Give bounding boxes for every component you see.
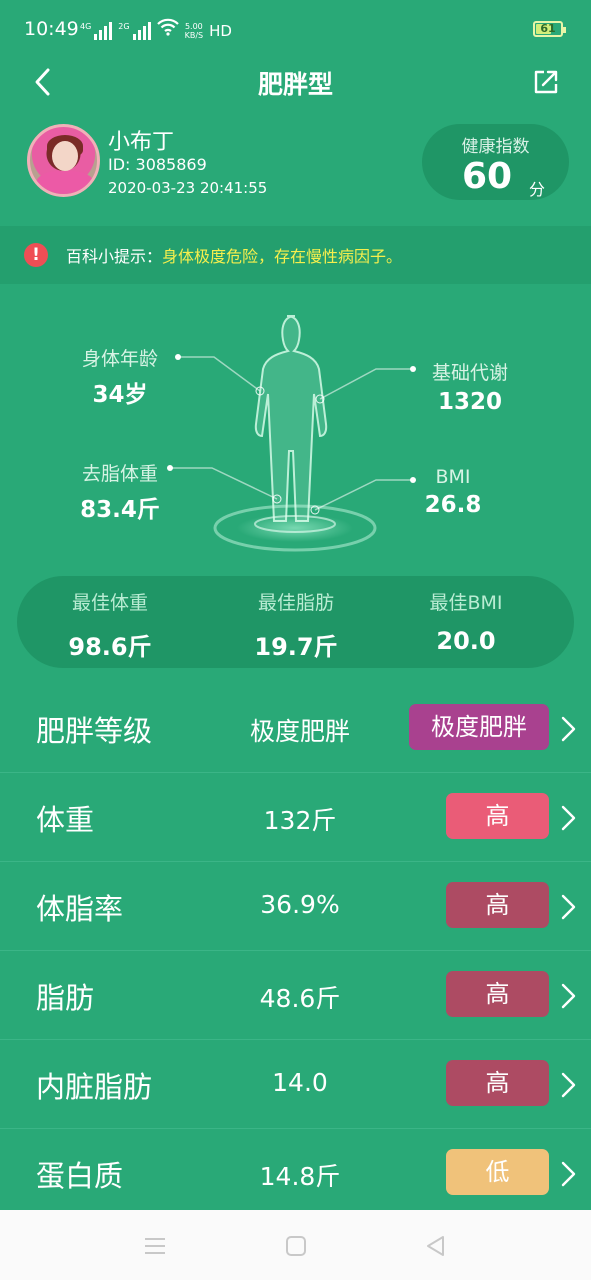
best-weight-label: 最佳体重 — [71, 592, 148, 614]
list-item-obesity-level[interactable]: 肥胖等级 极度肥胖 极度肥胖 — [0, 684, 591, 773]
lean-mass-value: 83.4斤 — [80, 497, 160, 523]
row-value: 36.9% — [260, 890, 340, 919]
best-weight: 最佳体重 98.6斤 — [17, 588, 203, 662]
best-weight-value: 98.6斤 — [68, 633, 152, 661]
user-id: ID: 3085869 — [108, 155, 207, 174]
body-age-metric[interactable]: 身体年龄 34岁 — [72, 344, 168, 409]
system-back-button[interactable] — [422, 1232, 450, 1260]
system-nav-bar — [0, 1210, 591, 1280]
battery-icon: 61 — [533, 21, 566, 37]
row-name: 蛋白质 — [36, 1159, 124, 1193]
list-item-visceral-fat[interactable]: 内脏脂肪 14.0 高 — [0, 1040, 591, 1129]
health-score-card: 健康指数 60 分 — [422, 124, 569, 200]
cell-signal-icon: 4G — [80, 22, 113, 40]
tip-prefix: 百科小提示： — [66, 247, 163, 266]
health-score-unit: 分 — [529, 180, 546, 199]
row-value: 132斤 — [263, 806, 337, 835]
wifi-icon — [156, 18, 179, 40]
battery-level: 61 — [540, 22, 556, 35]
top-nav: 肥胖型 — [0, 58, 591, 108]
status-badge: 极度肥胖 — [409, 704, 549, 750]
page-title: 肥胖型 — [257, 70, 333, 99]
best-fat: 最佳脂肪 19.7斤 — [203, 588, 389, 662]
triangle-back-icon — [427, 1236, 444, 1256]
measure-datetime: 2020-03-23 20:41:55 — [108, 179, 268, 197]
row-name: 体脂率 — [36, 892, 124, 926]
menu-icon — [145, 1238, 165, 1254]
chevron-right-icon — [561, 1161, 576, 1187]
status-badge: 高 — [446, 971, 549, 1017]
bmi-label: BMI — [435, 466, 471, 488]
alert-icon: ! — [24, 243, 48, 267]
row-name: 体重 — [36, 803, 95, 837]
bmi-value: 26.8 — [424, 492, 482, 518]
battery-tip — [563, 27, 566, 33]
menu-button[interactable] — [141, 1232, 169, 1260]
status-bar: 10:49 4G 2G 5.00 KB/S HD 61 — [0, 0, 591, 60]
status-badge: 高 — [446, 1060, 549, 1106]
chevron-right-icon — [561, 983, 576, 1009]
list-item-protein[interactable]: 蛋白质 14.8斤 低 — [0, 1129, 591, 1210]
health-score-value: 60 — [462, 156, 513, 197]
cell-signal-2-icon: 2G — [118, 22, 151, 40]
row-value: 48.6斤 — [259, 984, 341, 1013]
bmi-metric[interactable]: BMI 26.8 — [418, 466, 488, 518]
tip-bar: ! 百科小提示：身体极度危险，存在慢性病因子。 — [0, 226, 591, 284]
health-score-label: 健康指数 — [461, 137, 530, 157]
status-time: 10:49 — [24, 18, 79, 40]
hd-indicator: HD — [209, 22, 232, 40]
list-item-body-fat-rate[interactable]: 体脂率 36.9% 高 — [0, 862, 591, 951]
row-value: 极度肥胖 — [249, 717, 350, 746]
row-name: 脂肪 — [36, 981, 95, 1015]
best-bmi-label: 最佳BMI — [429, 592, 503, 614]
status-badge: 高 — [446, 882, 549, 928]
signal-2-label: 2G — [118, 22, 130, 31]
row-value: 14.8斤 — [259, 1162, 341, 1191]
lean-mass-metric[interactable]: 去脂体重 83.4斤 — [72, 459, 168, 524]
share-button[interactable] — [530, 66, 562, 98]
body-age-value: 34岁 — [92, 382, 148, 408]
home-button[interactable] — [282, 1232, 310, 1260]
bmr-metric[interactable]: 基础代谢 1320 — [420, 358, 520, 415]
lean-mass-label: 去脂体重 — [81, 463, 158, 485]
row-name: 内脏脂肪 — [36, 1070, 153, 1104]
best-fat-label: 最佳脂肪 — [257, 592, 334, 614]
net-speed: 5.00 KB/S — [185, 22, 204, 40]
best-bmi: 最佳BMI 20.0 — [373, 588, 559, 655]
best-values-card: 最佳体重 98.6斤 最佳脂肪 19.7斤 最佳BMI 20.0 — [17, 576, 574, 668]
network-indicators: 4G 2G 5.00 KB/S HD — [80, 18, 232, 40]
signal-1-label: 4G — [80, 22, 92, 31]
bmr-label: 基础代谢 — [431, 362, 508, 384]
row-value: 14.0 — [272, 1068, 328, 1097]
status-badge: 高 — [446, 793, 549, 839]
share-icon — [534, 70, 558, 94]
net-speed-unit: KB/S — [184, 31, 204, 40]
avatar[interactable] — [27, 124, 100, 197]
home-icon — [286, 1236, 306, 1256]
avatar-face — [52, 141, 78, 171]
list-item-fat[interactable]: 脂肪 48.6斤 高 — [0, 951, 591, 1040]
best-bmi-value: 20.0 — [436, 627, 496, 655]
avatar-body — [36, 171, 94, 194]
tip-warning: 身体极度危险，存在慢性病因子。 — [162, 247, 403, 266]
status-badge: 低 — [446, 1149, 549, 1195]
tip-text: 百科小提示：身体极度危险，存在慢性病因子。 — [66, 243, 402, 267]
user-name: 小布丁 — [108, 130, 175, 155]
net-speed-value: 5.00 — [184, 22, 203, 31]
row-name: 肥胖等级 — [36, 714, 153, 748]
app-screen: 10:49 4G 2G 5.00 KB/S HD 61 肥胖型 小布丁 ID: … — [0, 0, 591, 1210]
metrics-list: 肥胖等级 极度肥胖 极度肥胖 体重 132斤 高 体脂率 36.9% 高 脂肪 … — [0, 684, 591, 1210]
chevron-right-icon — [561, 894, 576, 920]
best-fat-value: 19.7斤 — [254, 633, 338, 661]
list-item-weight[interactable]: 体重 132斤 高 — [0, 773, 591, 862]
bmr-value: 1320 — [437, 389, 502, 415]
chevron-right-icon — [561, 805, 576, 831]
chevron-right-icon — [561, 1072, 576, 1098]
body-age-label: 身体年龄 — [81, 348, 158, 370]
chevron-right-icon — [561, 716, 576, 742]
